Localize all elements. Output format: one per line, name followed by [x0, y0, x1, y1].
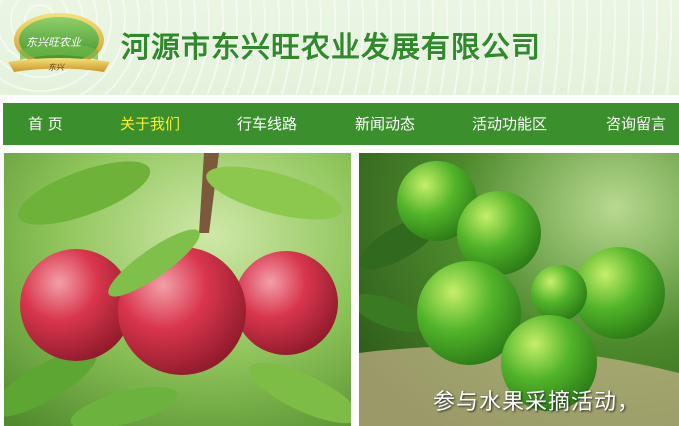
banner-caption: 参与水果采摘活动， [433, 390, 641, 415]
plum-photo[interactable] [4, 153, 351, 426]
nav-item-consult-message[interactable]: 咨询留言 [606, 103, 666, 145]
nav-item-news[interactable]: 新闻动态 [355, 103, 415, 145]
logo-badge-text: 东兴旺农业 [26, 36, 81, 49]
nav-item-driving-route[interactable]: 行车线路 [237, 103, 297, 145]
site-title: 河源市东兴旺农业发展有限公司 [121, 30, 542, 64]
nav-item-about-us[interactable]: 关于我们 [120, 103, 180, 145]
site-header: 东兴旺农业 东兴 河源市东兴旺农业发展有限公司 [0, 0, 679, 95]
nav-item-activity-area[interactable]: 活动功能区 [472, 103, 547, 145]
logo-ribbon-text: 东兴 [48, 63, 64, 72]
main-nav-bar: 首 页 关于我们 行车线路 新闻动态 活动功能区 咨询留言 [3, 103, 679, 145]
company-logo[interactable]: 东兴旺农业 东兴 [6, 10, 112, 80]
nav-item-home[interactable]: 首 页 [28, 103, 63, 145]
